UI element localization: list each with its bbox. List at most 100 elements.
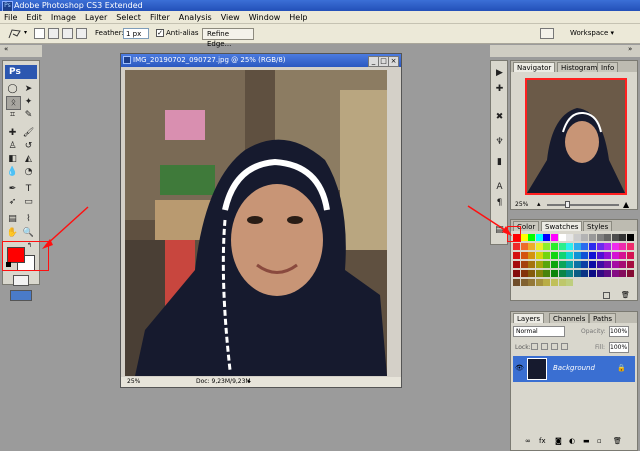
image-canvas[interactable] (125, 70, 387, 376)
swatch[interactable] (528, 234, 536, 241)
menu-help[interactable]: Help (289, 13, 307, 22)
delete-swatch-icon[interactable]: 🗑 (621, 291, 630, 299)
swatch[interactable] (558, 243, 566, 250)
menu-edit[interactable]: Edit (26, 13, 42, 22)
path-selection-tool-icon[interactable]: ➶ (6, 196, 19, 208)
swatch[interactable] (520, 252, 528, 259)
menu-layer[interactable]: Layer (85, 13, 107, 22)
new-group-icon[interactable]: ▬ (583, 437, 590, 445)
menu-filter[interactable]: Filter (150, 13, 170, 22)
swatch[interactable] (535, 279, 543, 286)
navigator-thumbnail[interactable] (525, 78, 627, 195)
swatch[interactable] (589, 261, 596, 268)
palette-dock-header[interactable]: » (490, 45, 640, 57)
swatch[interactable] (611, 270, 619, 277)
status-arrow-icon[interactable]: ▸ (248, 377, 251, 387)
swatch[interactable] (558, 279, 566, 286)
paint-bucket-tool-icon[interactable]: ◭ (22, 153, 35, 165)
tab-styles[interactable]: Styles (583, 221, 613, 231)
swatch[interactable] (581, 234, 589, 241)
lasso-tool-icon[interactable]: ᛟ (6, 96, 21, 110)
layer-style-icon[interactable]: fx (539, 437, 546, 445)
swatch[interactable] (528, 261, 536, 268)
brushes-icon[interactable]: ♆ (493, 136, 506, 148)
swatch[interactable] (596, 270, 604, 277)
swatch[interactable] (604, 270, 612, 277)
intersect-selection-icon[interactable] (76, 28, 87, 39)
character-icon[interactable]: A (493, 181, 506, 193)
swatch[interactable] (566, 279, 574, 286)
navigator-zoom-slider[interactable] (547, 204, 619, 206)
swatch[interactable] (528, 270, 536, 277)
history-icon[interactable]: ▶ (493, 67, 506, 79)
swatch[interactable] (551, 261, 558, 268)
swatch[interactable] (573, 234, 581, 241)
menu-select[interactable]: Select (116, 13, 141, 22)
eyedropper-tool-icon[interactable]: ⌇ (22, 213, 35, 225)
swatch[interactable] (535, 252, 543, 259)
swatch[interactable] (543, 270, 551, 277)
swatch[interactable] (513, 243, 520, 250)
crop-tool-icon[interactable]: ⌗ (6, 109, 19, 121)
menu-image[interactable]: Image (51, 13, 76, 22)
zoom-out-icon[interactable]: ▴ (537, 200, 541, 208)
swatch[interactable] (596, 243, 604, 250)
swatch[interactable] (551, 252, 558, 259)
navigator-zoom[interactable]: 25% (515, 201, 528, 208)
swatch[interactable] (596, 252, 604, 259)
menu-file[interactable]: File (4, 13, 17, 22)
swatch[interactable] (566, 252, 574, 259)
collapse-icon[interactable]: « (4, 45, 8, 53)
swatch[interactable] (566, 261, 574, 268)
lock-transparent-icon[interactable] (531, 343, 538, 350)
swatch[interactable] (528, 252, 536, 259)
swatch[interactable] (589, 252, 596, 259)
swatch[interactable] (627, 243, 634, 250)
lock-all-icon[interactable] (561, 343, 568, 350)
workspace-button[interactable]: Workspace ▾ (570, 29, 614, 37)
swatch[interactable] (558, 261, 566, 268)
close-icon[interactable]: × (388, 56, 399, 67)
swatch[interactable] (604, 243, 612, 250)
swatch[interactable] (573, 252, 581, 259)
swatch[interactable] (535, 243, 543, 250)
expand-dock-icon[interactable]: » (628, 45, 632, 53)
swatch[interactable] (596, 261, 604, 268)
lock-pixels-icon[interactable] (541, 343, 548, 350)
swatch[interactable] (604, 252, 612, 259)
tab-layers[interactable]: Layers (513, 313, 545, 323)
eraser-tool-icon[interactable]: ◧ (6, 153, 19, 165)
adjustment-layer-icon[interactable]: ◐ (569, 437, 575, 445)
shape-tool-icon[interactable]: ▭ (22, 196, 35, 208)
layer-visibility-icon[interactable]: 👁 (515, 364, 524, 372)
refine-edge-button[interactable]: Refine Edge... (202, 28, 254, 48)
swatch[interactable] (619, 261, 627, 268)
type-tool-icon[interactable]: T (22, 183, 35, 195)
swatch[interactable] (520, 279, 528, 286)
swatch[interactable] (543, 252, 551, 259)
swatch[interactable] (528, 279, 536, 286)
tab-swatches[interactable]: Swatches (541, 221, 583, 231)
toolbox-dock-header[interactable]: « (0, 45, 42, 57)
swatch[interactable] (581, 252, 589, 259)
layer-row-background[interactable]: 👁 Background 🔒 (513, 356, 635, 382)
swatch[interactable] (611, 252, 619, 259)
subtract-selection-icon[interactable] (62, 28, 73, 39)
swatch[interactable] (543, 261, 551, 268)
palette-well-icon[interactable] (540, 28, 554, 39)
swatch[interactable] (619, 270, 627, 277)
swatch[interactable] (589, 234, 596, 241)
swatch[interactable] (619, 243, 627, 250)
link-layers-icon[interactable]: ∞ (525, 437, 531, 445)
swatch[interactable] (520, 270, 528, 277)
swatch[interactable] (558, 234, 566, 241)
swatch[interactable] (551, 270, 558, 277)
new-layer-icon[interactable]: ▫ (597, 437, 602, 445)
swatch[interactable] (558, 270, 566, 277)
screen-mode-icon[interactable] (10, 290, 32, 301)
swatch[interactable] (566, 243, 574, 250)
feather-input[interactable]: 1 px (123, 28, 149, 39)
swatch[interactable] (543, 243, 551, 250)
swatch[interactable] (619, 252, 627, 259)
swatch[interactable] (566, 234, 574, 241)
